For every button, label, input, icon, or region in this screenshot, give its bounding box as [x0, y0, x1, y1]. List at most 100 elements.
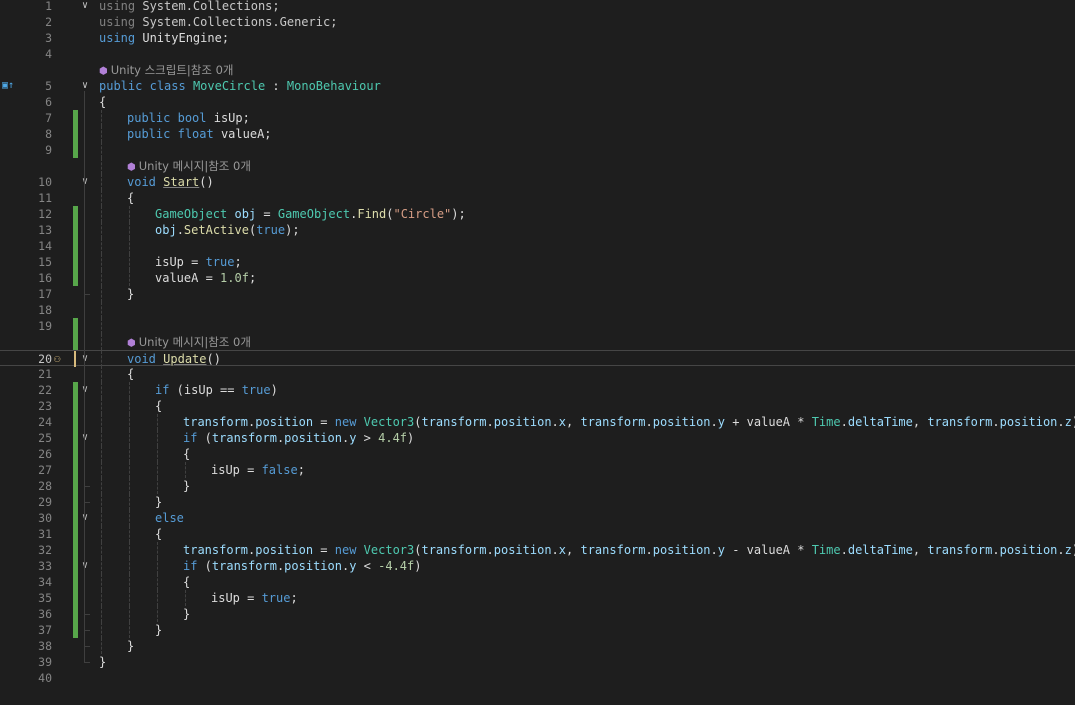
code-text[interactable]: isUp = true; [155, 254, 242, 270]
code-line[interactable]: 33 ∨ if (transform.position.y < -4.4f) [0, 558, 1075, 574]
code-text[interactable]: GameObject obj = GameObject.Find("Circle… [155, 206, 466, 222]
code-text[interactable]: public bool isUp; [127, 110, 250, 126]
code-line[interactable]: 26 { [0, 446, 1075, 462]
code-line[interactable]: 24 transform.position = new Vector3(trans… [0, 414, 1075, 430]
code-line[interactable]: 12 GameObject obj = GameObject.Find("Circ… [0, 206, 1075, 222]
code-line[interactable]: 27 isUp = false; [0, 462, 1075, 478]
codelens-label[interactable]: ⬢ Unity 메시지|참조 0개 [127, 334, 251, 350]
code-line[interactable]: 40 [0, 670, 1075, 686]
code-line[interactable]: 2 using System.Collections.Generic; [0, 14, 1075, 30]
code-line[interactable]: 15 isUp = true; [0, 254, 1075, 270]
code-line[interactable]: 20 ⚇ ∨ void Update() [0, 350, 1075, 367]
code-line[interactable]: ▣↑ 5 ∨ public class MoveCircle : MonoBehavi… [0, 78, 1075, 94]
code-text[interactable]: public class MoveCircle : MonoBehaviour [99, 78, 381, 94]
code-text[interactable]: using System.Collections.Generic; [99, 14, 337, 30]
code-text[interactable]: else [155, 510, 184, 526]
code-text[interactable]: } [183, 478, 190, 494]
code-line[interactable]: 21 { [0, 366, 1075, 382]
code-text[interactable]: { [99, 94, 106, 110]
code-text[interactable]: public float valueA; [127, 126, 272, 142]
code-line[interactable]: 17} [0, 286, 1075, 302]
code-line[interactable]: 23 { [0, 398, 1075, 414]
code-line[interactable]: 16 valueA = 1.0f; [0, 270, 1075, 286]
code-text[interactable]: valueA = 1.0f; [155, 270, 256, 286]
code-line[interactable]: 39} [0, 654, 1075, 670]
codelens-row[interactable]: ⬢ Unity 메시지|참조 0개 [0, 334, 1075, 350]
code-text[interactable]: using System.Collections; [99, 0, 280, 14]
code-text[interactable]: { [127, 190, 134, 206]
code-text[interactable]: } [127, 638, 134, 654]
code-token: { [155, 399, 163, 413]
code-line[interactable]: 18 [0, 302, 1075, 318]
code-line[interactable]: 32 transform.position = new Vector3(trans… [0, 542, 1075, 558]
code-line[interactable]: 34 { [0, 574, 1075, 590]
code-text[interactable]: } [99, 654, 106, 670]
code-text[interactable]: void Start() [127, 174, 214, 190]
code-line[interactable]: 35 isUp = true; [0, 590, 1075, 606]
code-text[interactable]: { [127, 366, 134, 382]
line-number: 35 [38, 591, 52, 605]
code-line[interactable]: 36} [0, 606, 1075, 622]
code-text[interactable]: } [155, 622, 162, 638]
code-text[interactable]: using UnityEngine; [99, 30, 229, 46]
codelens-label[interactable]: ⬢ Unity 메시지|참조 0개 [127, 158, 251, 174]
codelens-row[interactable]: ⬢ Unity 메시지|참조 0개 [0, 158, 1075, 174]
code-line[interactable]: 13 obj.SetActive(true); [0, 222, 1075, 238]
code-text[interactable]: if (isUp == true) [155, 382, 278, 398]
code-token: 4.4f [378, 431, 408, 445]
code-line[interactable]: 9 [0, 142, 1075, 158]
code-text[interactable]: } [183, 606, 190, 622]
codelens-label[interactable]: ⬢ Unity 스크립트|참조 0개 [99, 62, 234, 78]
code-line[interactable]: 3 using UnityEngine; [0, 30, 1075, 46]
code-token: transform [580, 415, 646, 429]
code-line[interactable]: 28} [0, 478, 1075, 494]
code-line[interactable]: 19 [0, 318, 1075, 334]
code-text[interactable]: { [155, 526, 162, 542]
code-line[interactable]: 6{ [0, 94, 1075, 110]
code-line[interactable]: 14 [0, 238, 1075, 254]
code-line[interactable]: 10 ∨ void Start() [0, 174, 1075, 190]
code-text[interactable]: isUp = true; [211, 590, 298, 606]
code-text[interactable]: { [183, 574, 190, 590]
code-line[interactable]: 1 ∨ using System.Collections; [0, 0, 1075, 14]
code-line[interactable]: 22 ∨ if (isUp == true) [0, 382, 1075, 398]
fold-chevron-icon[interactable]: ∨ [80, 430, 90, 446]
code-line[interactable]: 31 { [0, 526, 1075, 542]
fold-chevron-icon[interactable]: ∨ [80, 558, 90, 574]
fold-chevron-icon[interactable]: ∨ [80, 0, 90, 14]
code-line[interactable]: 11 { [0, 190, 1075, 206]
codelens-row[interactable]: ⬢ Unity 스크립트|참조 0개 [0, 62, 1075, 78]
fold-chevron-icon[interactable]: ∨ [80, 174, 90, 190]
code-text[interactable]: isUp = false; [211, 462, 305, 478]
code-text[interactable]: if (transform.position.y > 4.4f) [183, 430, 414, 446]
code-text[interactable]: transform.position = new Vector3(transfo… [183, 542, 1075, 558]
code-text[interactable]: } [155, 494, 162, 510]
class-bookmark-icon[interactable]: ▣↑ [2, 80, 14, 91]
change-indicator [73, 206, 78, 222]
fold-chevron-icon[interactable]: ∨ [80, 382, 90, 398]
code-token: deltaTime [847, 543, 913, 557]
indent-guide [185, 462, 186, 478]
code-token: UnityEngine; [135, 31, 230, 45]
code-text[interactable]: void Update() [127, 351, 221, 367]
code-line[interactable]: 8 public float valueA; [0, 126, 1075, 142]
fold-chevron-icon[interactable]: ∨ [80, 351, 90, 367]
fold-chevron-icon[interactable]: ∨ [80, 78, 90, 94]
lightbulb-icon[interactable]: ⚇ [54, 351, 61, 367]
code-text[interactable]: if (transform.position.y < -4.4f) [183, 558, 421, 574]
code-line[interactable]: 30 ∨ else [0, 510, 1075, 526]
code-line[interactable]: 7 public bool isUp; [0, 110, 1075, 126]
code-line[interactable]: 4 [0, 46, 1075, 62]
code-line[interactable]: 38} [0, 638, 1075, 654]
code-line[interactable]: 25 ∨ if (transform.position.y > 4.4f) [0, 430, 1075, 446]
code-text[interactable]: { [155, 398, 162, 414]
code-line[interactable]: 37} [0, 622, 1075, 638]
code-text[interactable]: obj.SetActive(true); [155, 222, 300, 238]
code-line[interactable]: 29} [0, 494, 1075, 510]
code-text[interactable]: } [127, 286, 134, 302]
fold-chevron-icon[interactable]: ∨ [80, 510, 90, 526]
code-text[interactable]: transform.position = new Vector3(transfo… [183, 414, 1075, 430]
indent-guide [101, 351, 102, 367]
code-editor[interactable]: 1 ∨ using System.Collections; 2 using System… [0, 0, 1075, 705]
code-text[interactable]: { [183, 446, 190, 462]
